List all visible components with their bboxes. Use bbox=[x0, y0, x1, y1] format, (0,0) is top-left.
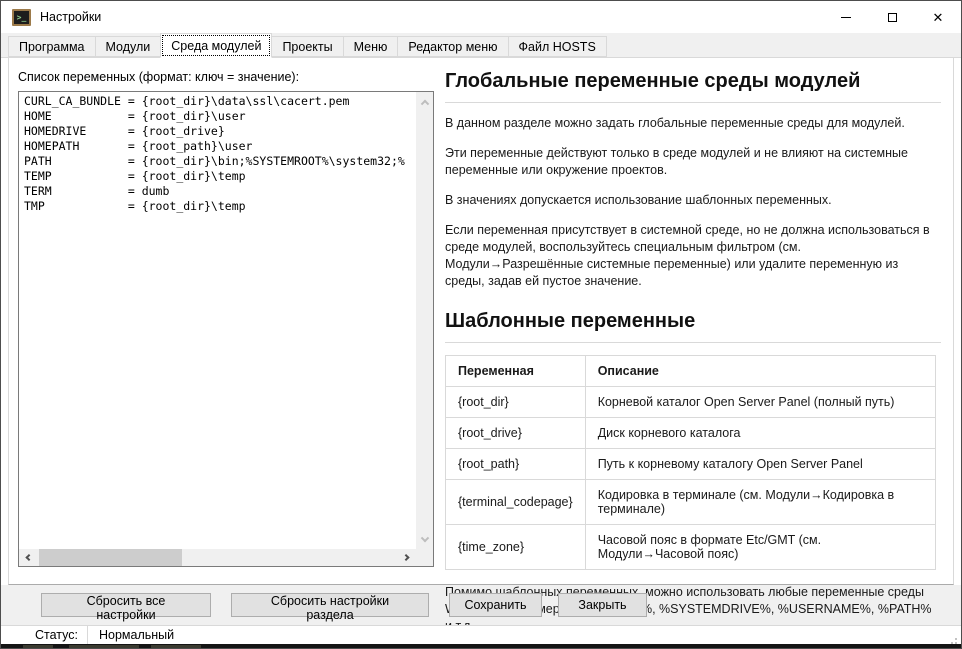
doc-paragraph: Если переменная присутствует в системной… bbox=[445, 222, 941, 290]
maximize-button[interactable] bbox=[869, 1, 915, 33]
window-title: Настройки bbox=[40, 10, 101, 24]
column-header-description: Описание bbox=[585, 356, 935, 387]
table-row: {time_zone} Часовой пояс в формате Etc/G… bbox=[446, 525, 936, 570]
tab-page-modules-environment: Список переменных (формат: ключ = значен… bbox=[8, 58, 954, 585]
vertical-scrollbar[interactable] bbox=[416, 92, 433, 549]
save-button[interactable]: Сохранить bbox=[449, 593, 542, 617]
variable-cell: {time_zone} bbox=[446, 525, 586, 570]
title-bar: >_ Настройки ✕ bbox=[1, 1, 961, 33]
column-header-variable: Переменная bbox=[446, 356, 586, 387]
description-cell: Корневой каталог Open Server Panel (полн… bbox=[585, 387, 935, 418]
doc-paragraph: В значениях допускается использование ша… bbox=[445, 192, 941, 209]
variables-text[interactable]: CURL_CA_BUNDLE = {root_dir}\data\ssl\cac… bbox=[20, 93, 416, 549]
settings-window: >_ Настройки ✕ Программа Модули Среда мо… bbox=[0, 0, 962, 649]
tab-hosts-file[interactable]: Файл HOSTS bbox=[508, 36, 607, 57]
status-bar: Статус: Нормальный bbox=[1, 625, 961, 644]
resize-grip-icon[interactable] bbox=[947, 638, 949, 640]
section-heading-template-vars: Шаблонные переменные bbox=[445, 310, 941, 333]
documentation-panel: Глобальные переменные среды модулей В да… bbox=[445, 68, 941, 584]
variables-panel: Список переменных (формат: ключ = значен… bbox=[18, 68, 434, 584]
scroll-down-button[interactable] bbox=[416, 532, 433, 549]
tab-modules-environment[interactable]: Среда модулей bbox=[160, 33, 272, 58]
close-icon: ✕ bbox=[933, 11, 944, 24]
chevron-up-icon bbox=[420, 99, 428, 107]
window-controls: ✕ bbox=[823, 1, 961, 33]
tab-menu-editor[interactable]: Редактор меню bbox=[397, 36, 508, 57]
tab-projects[interactable]: Проекты bbox=[271, 36, 343, 57]
status-separator bbox=[87, 626, 88, 644]
tab-menu[interactable]: Меню bbox=[343, 36, 399, 57]
background-window-strip bbox=[1, 644, 961, 649]
horizontal-scroll-thumb[interactable] bbox=[39, 549, 182, 566]
chevron-left-icon bbox=[25, 554, 32, 561]
horizontal-scrollbar[interactable] bbox=[19, 549, 416, 566]
close-button[interactable]: ✕ bbox=[915, 1, 961, 33]
table-row: {terminal_codepage} Кодировка в терминал… bbox=[446, 480, 936, 525]
maximize-icon bbox=[888, 13, 897, 22]
table-row: {root_dir} Корневой каталог Open Server … bbox=[446, 387, 936, 418]
background-window-fragment bbox=[23, 645, 53, 648]
status-value: Нормальный bbox=[99, 628, 174, 642]
reset-all-settings-button[interactable]: Сбросить все настройки bbox=[41, 593, 211, 617]
description-cell: Кодировка в терминале (см. Модули→Кодиро… bbox=[585, 480, 935, 525]
tab-modules[interactable]: Модули bbox=[95, 36, 162, 57]
minimize-icon bbox=[841, 17, 851, 18]
chevron-down-icon bbox=[420, 533, 428, 541]
chevron-right-icon bbox=[403, 554, 410, 561]
scroll-left-button[interactable] bbox=[19, 549, 36, 566]
background-window-fragment bbox=[69, 645, 139, 648]
scroll-up-button[interactable] bbox=[416, 92, 433, 109]
minimize-button[interactable] bbox=[823, 1, 869, 33]
variable-cell: {root_drive} bbox=[446, 418, 586, 449]
variables-textarea[interactable]: CURL_CA_BUNDLE = {root_dir}\data\ssl\cac… bbox=[18, 91, 434, 567]
description-cell: Диск корневого каталога bbox=[585, 418, 935, 449]
scroll-right-button[interactable] bbox=[399, 549, 416, 566]
description-cell: Часовой пояс в формате Etc/GMT (см. Моду… bbox=[585, 525, 935, 570]
variables-list-label: Список переменных (формат: ключ = значен… bbox=[18, 70, 434, 84]
tab-program[interactable]: Программа bbox=[8, 36, 96, 57]
reset-section-settings-button[interactable]: Сбросить настройки раздела bbox=[231, 593, 429, 617]
doc-paragraph: В данном разделе можно задать глобальные… bbox=[445, 115, 941, 132]
scrollbar-corner bbox=[416, 549, 433, 566]
variable-cell: {root_path} bbox=[446, 449, 586, 480]
heading-divider bbox=[445, 342, 941, 343]
app-console-icon: >_ bbox=[12, 9, 31, 26]
tab-strip: Программа Модули Среда модулей Проекты М… bbox=[1, 33, 961, 58]
description-cell: Путь к корневому каталогу Open Server Pa… bbox=[585, 449, 935, 480]
variable-cell: {terminal_codepage} bbox=[446, 480, 586, 525]
status-label: Статус: bbox=[35, 628, 78, 642]
heading-divider bbox=[445, 102, 941, 103]
table-header-row: Переменная Описание bbox=[446, 356, 936, 387]
close-dialog-button[interactable]: Закрыть bbox=[558, 593, 647, 617]
template-variables-table: Переменная Описание {root_dir} Корневой … bbox=[445, 355, 936, 570]
table-row: {root_drive} Диск корневого каталога bbox=[446, 418, 936, 449]
background-window-fragment bbox=[151, 645, 201, 648]
variable-cell: {root_dir} bbox=[446, 387, 586, 418]
section-heading-global-vars: Глобальные переменные среды модулей bbox=[445, 70, 941, 93]
doc-paragraph: Эти переменные действуют только в среде … bbox=[445, 145, 941, 179]
table-row: {root_path} Путь к корневому каталогу Op… bbox=[446, 449, 936, 480]
